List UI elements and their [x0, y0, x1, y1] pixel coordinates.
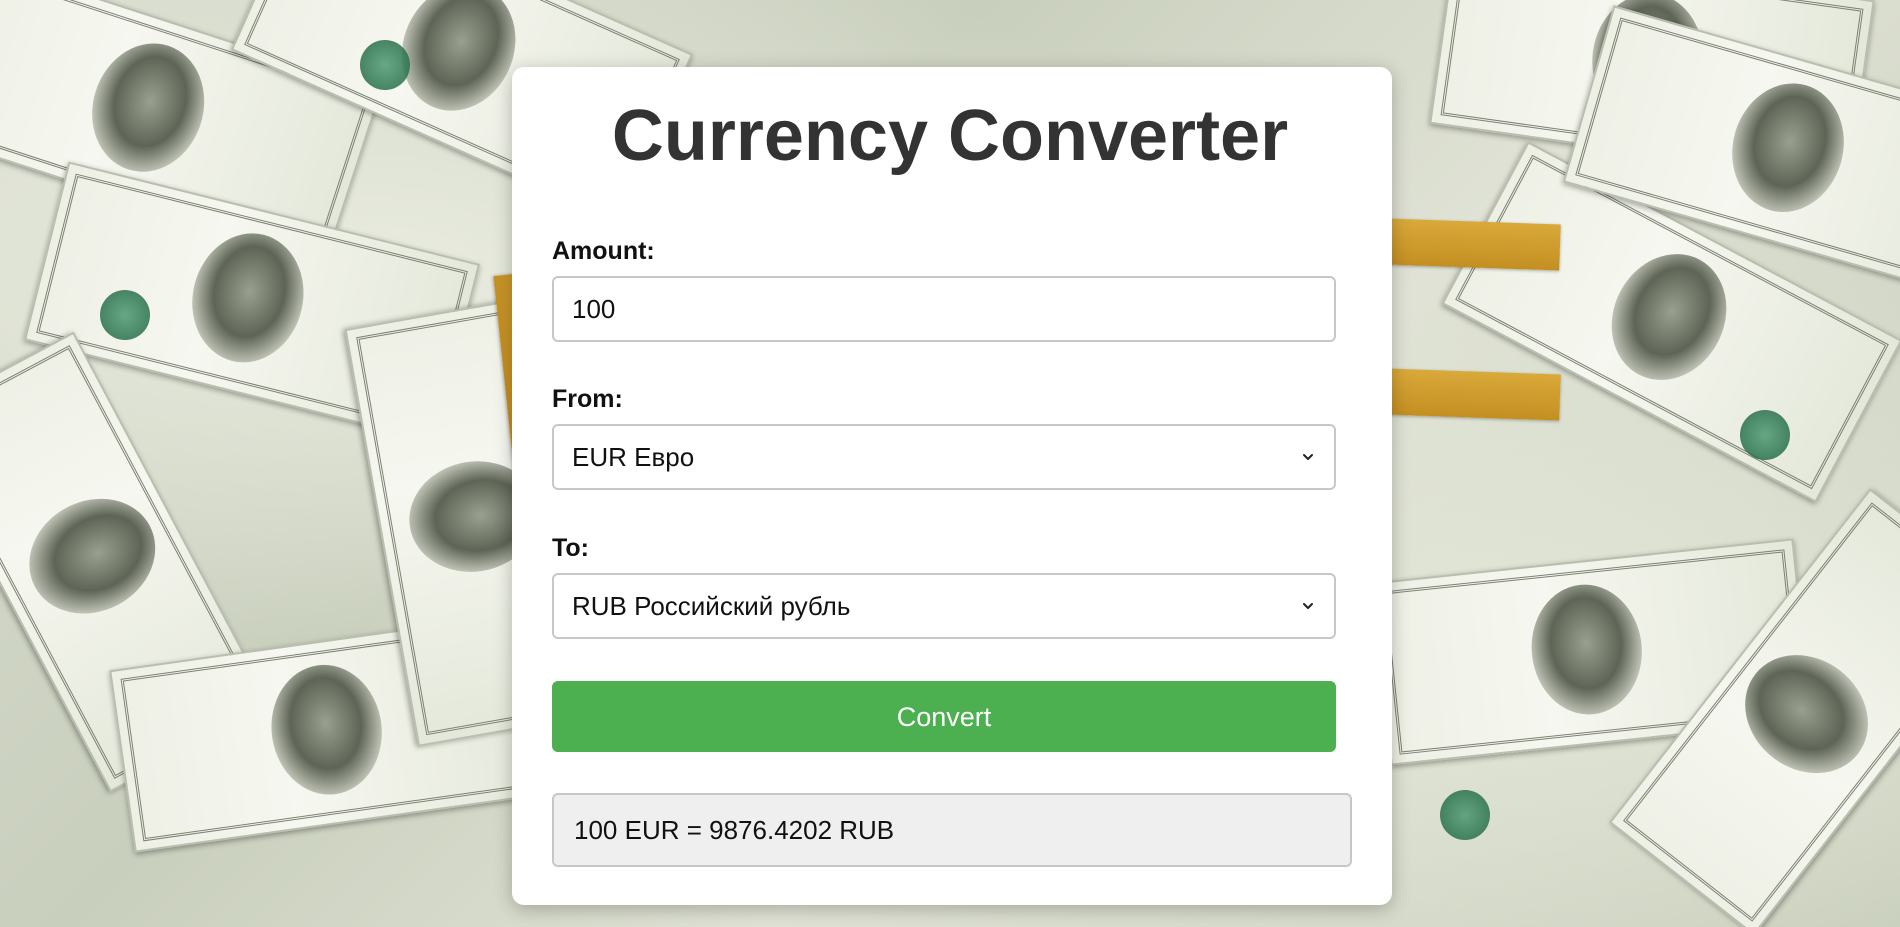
to-currency-value: RUB Российский рубль	[572, 590, 851, 621]
from-label: From:	[552, 385, 623, 413]
seal-decoration	[100, 290, 150, 340]
to-currency-select[interactable]: RUB Российский рубль	[552, 573, 1336, 639]
convert-button[interactable]: Convert	[552, 681, 1336, 752]
from-currency-select[interactable]: EUR Евро	[552, 424, 1336, 490]
conversion-result-text: 100 EUR = 9876.4202 RUB	[574, 814, 895, 845]
seal-decoration	[1740, 410, 1790, 460]
conversion-result: 100 EUR = 9876.4202 RUB	[552, 793, 1352, 867]
chevron-down-icon	[1303, 603, 1313, 609]
amount-input[interactable]	[572, 293, 1316, 325]
chevron-down-icon	[1303, 454, 1313, 460]
amount-field[interactable]	[552, 276, 1336, 342]
from-currency-value: EUR Евро	[572, 441, 695, 472]
seal-decoration	[360, 40, 410, 90]
amount-label: Amount:	[552, 237, 655, 265]
page-title: Currency Converter	[611, 96, 1289, 176]
seal-decoration	[1440, 790, 1490, 840]
to-label: To:	[552, 534, 590, 562]
